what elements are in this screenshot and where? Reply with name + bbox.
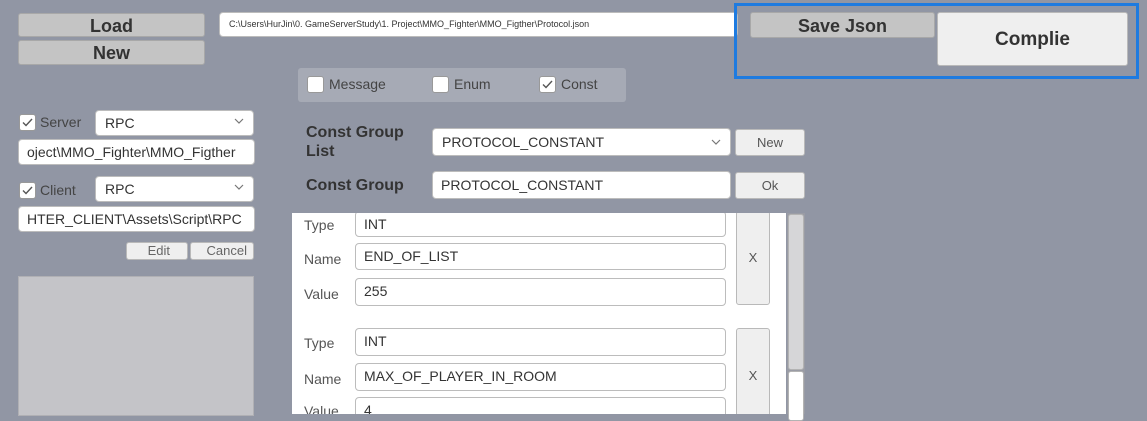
tab-enum[interactable]: Enum [432, 76, 522, 94]
preview-panel [18, 276, 254, 416]
message-checkbox[interactable] [307, 76, 324, 93]
list-item: Type INT Name END_OF_LIST Value 255 X [292, 213, 786, 313]
checkmark-icon [22, 186, 33, 195]
new-file-button[interactable]: New [18, 40, 205, 65]
new-group-button[interactable]: New [735, 129, 805, 156]
chevron-down-icon [711, 139, 721, 145]
value-field[interactable]: 4 [355, 397, 726, 414]
message-tab-label: Message [329, 76, 386, 92]
name-field[interactable]: END_OF_LIST [355, 243, 726, 270]
value-label: Value [304, 403, 339, 414]
server-mode-value: RPC [105, 115, 135, 131]
tab-message[interactable]: Message [307, 76, 407, 94]
scrollbar-track[interactable] [787, 213, 805, 421]
cancel-button[interactable]: Cancel [190, 242, 254, 260]
enum-checkbox[interactable] [432, 76, 449, 93]
server-path-field[interactable]: oject\MMO_Fighter\MMO_Figther [18, 139, 255, 165]
name-label: Name [304, 251, 342, 267]
const-group-input[interactable]: PROTOCOL_CONSTANT [432, 171, 731, 199]
checkmark-icon [542, 80, 553, 89]
name-label: Name [304, 371, 342, 387]
file-path-field[interactable]: C:\Users\HurJin\0. GameServerStudy\1. Pr… [219, 12, 738, 37]
const-entries-list[interactable]: Type INT Name END_OF_LIST Value 255 X Ty… [292, 213, 786, 414]
remove-entry-button[interactable]: X [736, 328, 770, 414]
tab-const[interactable]: Const [539, 76, 619, 94]
const-tab-label: Const [561, 76, 598, 92]
server-checkbox[interactable] [19, 114, 36, 131]
client-checkbox[interactable] [19, 182, 36, 199]
client-mode-dropdown[interactable]: RPC [95, 176, 254, 202]
client-path-field[interactable]: HTER_CLIENT\Assets\Script\RPC [18, 206, 255, 232]
chevron-down-icon [234, 184, 244, 190]
name-field[interactable]: MAX_OF_PLAYER_IN_ROOM [355, 363, 726, 391]
const-group-list-dropdown[interactable]: PROTOCOL_CONSTANT [432, 128, 731, 156]
const-group-label: Const Group [306, 177, 404, 194]
remove-entry-button[interactable]: X [736, 213, 770, 305]
enum-tab-label: Enum [454, 76, 491, 92]
list-item: Type INT Name MAX_OF_PLAYER_IN_ROOM Valu… [292, 328, 786, 414]
save-json-button[interactable]: Save Json [750, 12, 935, 38]
type-label: Type [304, 335, 335, 351]
server-label: Server [40, 114, 82, 130]
const-group-list-label: Const Group List [306, 124, 404, 160]
ok-button[interactable]: Ok [735, 172, 805, 199]
compile-button[interactable]: Complie [937, 12, 1128, 66]
client-label: Client [40, 182, 76, 198]
load-button[interactable]: Load [18, 13, 205, 37]
checkmark-icon [22, 118, 33, 127]
value-label: Value [304, 286, 339, 302]
server-mode-dropdown[interactable]: RPC [95, 110, 254, 136]
edit-button[interactable]: Edit [126, 242, 188, 260]
client-mode-value: RPC [105, 181, 135, 197]
chevron-down-icon [234, 118, 244, 124]
value-field[interactable]: 255 [355, 278, 726, 306]
const-group-list-value: PROTOCOL_CONSTANT [442, 134, 605, 150]
type-label: Type [304, 217, 335, 233]
const-checkbox[interactable] [539, 76, 556, 93]
scrollbar-thumb[interactable] [788, 214, 804, 370]
type-field[interactable]: INT [355, 328, 726, 356]
type-field[interactable]: INT [355, 213, 726, 237]
